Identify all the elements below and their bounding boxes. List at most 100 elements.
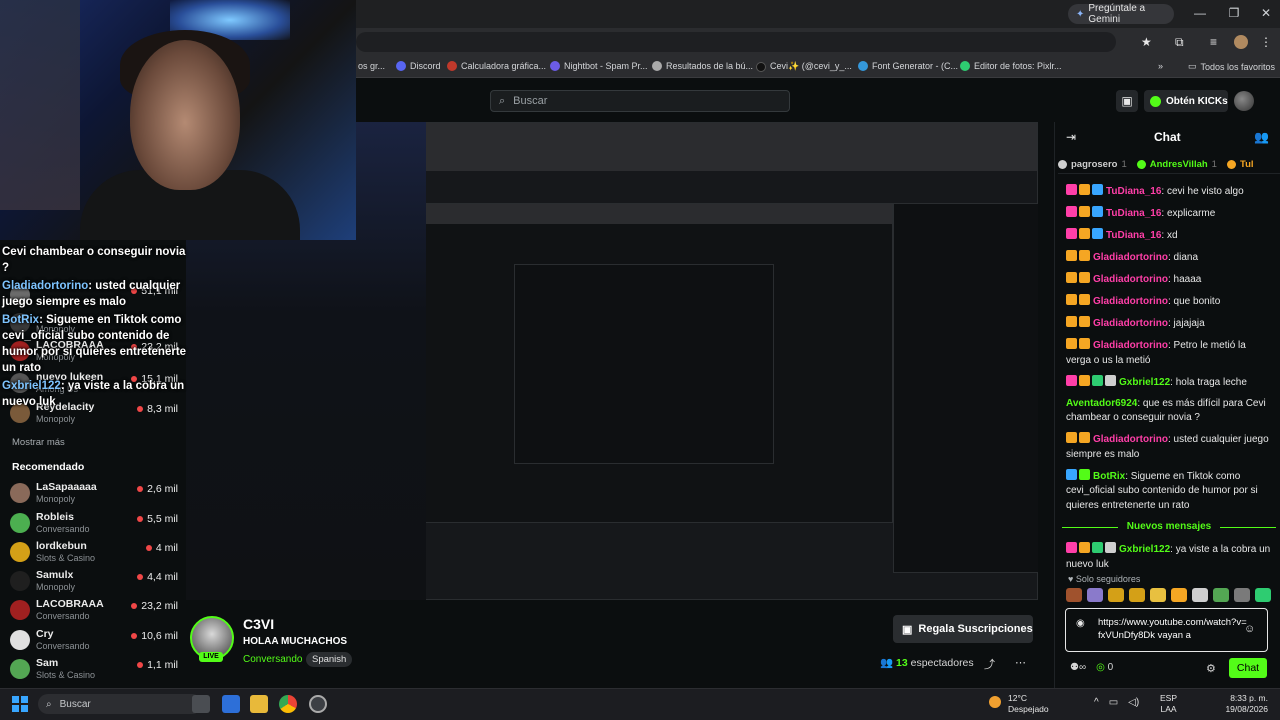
get-kicks-button[interactable]: Obtén KICKs (1144, 90, 1228, 112)
stream-category[interactable]: Conversando (243, 654, 302, 665)
chat-input-text[interactable]: https://www.youtube.com/watch?v=fxVUnDfy… (1098, 616, 1248, 642)
chat-message[interactable]: Gladiadortorino: usted cualquier juego s… (1066, 432, 1272, 462)
emote[interactable] (1234, 588, 1250, 602)
chat-message[interactable]: Gxbriel122: ya viste a la cobra un nuevo… (1066, 542, 1272, 572)
bookmark-item[interactable]: Discord (396, 61, 441, 71)
emote[interactable] (1150, 588, 1166, 602)
bookmark-item[interactable]: Editor de fotos: Pixlr... (960, 61, 1062, 71)
reply-icon[interactable]: ◉ (1076, 618, 1085, 629)
recommended-channel[interactable]: LACOBRAAA Conversando 23,2 mil (10, 597, 180, 625)
points-display[interactable]: ◎ 0 (1096, 662, 1113, 673)
volume-icon[interactable]: ◁) (1128, 697, 1139, 708)
leaderboard-chip[interactable]: Tul (1226, 159, 1254, 170)
chat-settings-icon[interactable]: ⚙ (1206, 662, 1216, 675)
recommended-channel[interactable]: lordkebun Slots & Casino 4 mil (10, 539, 180, 567)
bookmark-item[interactable]: Calculadora gráfica... (447, 61, 546, 71)
bookmark-label: os gr... (358, 61, 386, 71)
windows-start-icon[interactable] (12, 696, 28, 712)
all-favorites[interactable]: ▭ Todos los favoritos (1188, 61, 1275, 72)
bookmark-item[interactable]: Nightbot - Spam Pr... (550, 61, 648, 71)
close-icon[interactable]: ✕ (1256, 6, 1276, 20)
recommended-channel[interactable]: LaSapaaaaa Monopoly 2,6 mil (10, 480, 180, 508)
send-chat-button[interactable]: Chat (1229, 658, 1267, 678)
bookmarks-overflow-icon[interactable]: » (1158, 61, 1163, 71)
bookmark-item[interactable]: Cevi✨ (@cevi_y_... (756, 61, 852, 72)
language-tag[interactable]: Spanish (306, 652, 353, 667)
star-icon[interactable]: ★ (1141, 35, 1152, 49)
emote[interactable] (1087, 588, 1103, 602)
new-messages-divider[interactable]: Nuevos mensajes (1062, 520, 1276, 535)
followers-only-label: ♥ Solo seguidores (1068, 574, 1141, 584)
emote[interactable] (1108, 588, 1124, 602)
bookmark-item[interactable]: Font Generator - (C... (858, 61, 958, 71)
weather-widget[interactable]: 12°C Despejado (1008, 693, 1049, 715)
recommended-channel[interactable]: Robleis Conversando 5,5 mil (10, 510, 180, 538)
recommended-channel[interactable]: Cry Conversando 10,6 mil (10, 627, 180, 655)
emoji-icon[interactable]: ☺ (1244, 623, 1255, 635)
recommended-channel[interactable]: Sam Slots & Casino 1,1 mil (10, 656, 180, 684)
gift-subscriptions-button[interactable]: ▣ Regala Suscripciones (893, 615, 1033, 643)
browser-menu-icon[interactable]: ⋮ (1260, 35, 1272, 49)
gemini-button-label: Pregúntale a Gemini (1088, 3, 1146, 25)
leaderboard-chip[interactable]: pagrosero 1 (1058, 159, 1127, 170)
app-icon[interactable] (222, 695, 240, 713)
minimize-icon[interactable]: — (1190, 6, 1210, 20)
taskbar-search[interactable]: ⌕ Buscar (38, 694, 202, 714)
weather-icon (989, 696, 1001, 708)
obs-icon[interactable] (309, 695, 327, 713)
crown-icon (1226, 160, 1236, 169)
emote[interactable] (1066, 588, 1082, 602)
live-dot-icon (137, 574, 144, 581)
chat-message[interactable]: Gladiadortorino: haaaa (1066, 272, 1272, 288)
chrome-icon[interactable] (279, 695, 297, 713)
maximize-icon[interactable]: ❐ (1224, 6, 1244, 20)
taskbar-clock[interactable]: 8:33 p. m. 19/08/2026 (1222, 693, 1268, 715)
kicks-wallet-icon[interactable]: ⚉∞ (1070, 662, 1086, 673)
user-avatar[interactable] (1234, 91, 1254, 111)
input-language[interactable]: ESP LAA (1160, 693, 1177, 715)
more-options-icon[interactable]: ⋯ (1015, 656, 1026, 669)
bookmark-item[interactable]: Resultados de la bú... (652, 61, 753, 71)
chat-leaderboard: pagrosero 1 AndresVillah 1 Tul (1058, 156, 1280, 174)
profile-avatar[interactable] (1234, 35, 1248, 49)
file-explorer-icon[interactable] (250, 695, 268, 713)
system-tray: ^ ▭ ◁) (1094, 697, 1139, 708)
streamer-name[interactable]: C3VI (243, 616, 274, 632)
emote[interactable] (1171, 588, 1187, 602)
collapse-chat-icon[interactable]: ⇥ (1066, 130, 1076, 144)
emote[interactable] (1129, 588, 1145, 602)
live-dot-icon (131, 603, 138, 610)
emote[interactable] (1213, 588, 1229, 602)
recommended-channel[interactable]: Samulx Monopoly 4,4 mil (10, 568, 180, 596)
media-icon[interactable]: ≡ (1210, 35, 1217, 49)
share-icon[interactable]: ⤴ (984, 656, 995, 672)
tray-overflow-icon[interactable]: ^ (1094, 697, 1099, 708)
chat-message[interactable]: Aventador6924: que es más difícil para C… (1066, 397, 1272, 426)
extensions-icon[interactable]: ⧉ (1175, 35, 1184, 50)
chat-message[interactable]: TuDiana_16: xd (1066, 228, 1272, 244)
chat-message[interactable]: TuDiana_16: cevi he visto algo (1066, 184, 1272, 200)
chat-message[interactable]: Gladiadortorino: Petro le metió la verga… (1066, 338, 1272, 368)
webcam-overlay (0, 0, 356, 240)
emote[interactable] (1192, 588, 1208, 602)
chat-message[interactable]: Gladiadortorino: jajajaja (1066, 316, 1272, 332)
task-view-icon[interactable] (192, 695, 210, 713)
network-icon[interactable]: ▭ (1109, 697, 1118, 708)
channel-avatar (10, 571, 30, 591)
bookmark-label: Resultados de la bú... (666, 61, 754, 71)
chat-message[interactable]: TuDiana_16: explicarme (1066, 206, 1272, 222)
search-input[interactable]: ⌕ Buscar (490, 90, 790, 112)
show-more-link[interactable]: Mostrar más (12, 437, 65, 448)
address-bar[interactable] (356, 32, 1116, 52)
chat-message[interactable]: BotRix: Sigueme en Tiktok como cevi_ofic… (1066, 468, 1272, 514)
bookmark-item[interactable]: os gr... (358, 61, 385, 71)
leaderboard-chip[interactable]: AndresVillah 1 (1136, 159, 1217, 170)
search-placeholder: Buscar (513, 95, 548, 107)
chat-message[interactable]: Gxbriel122: hola traga leche (1066, 374, 1272, 391)
chat-message[interactable]: Gladiadortorino: diana (1066, 250, 1272, 266)
gift-icon[interactable]: ▣ (1116, 90, 1138, 112)
chat-users-icon[interactable]: 👥 (1254, 130, 1269, 144)
chat-message[interactable]: Gladiadortorino: que bonito (1066, 294, 1272, 310)
gemini-button[interactable]: ✦ Pregúntale a Gemini (1068, 3, 1174, 25)
emote[interactable] (1255, 588, 1271, 602)
